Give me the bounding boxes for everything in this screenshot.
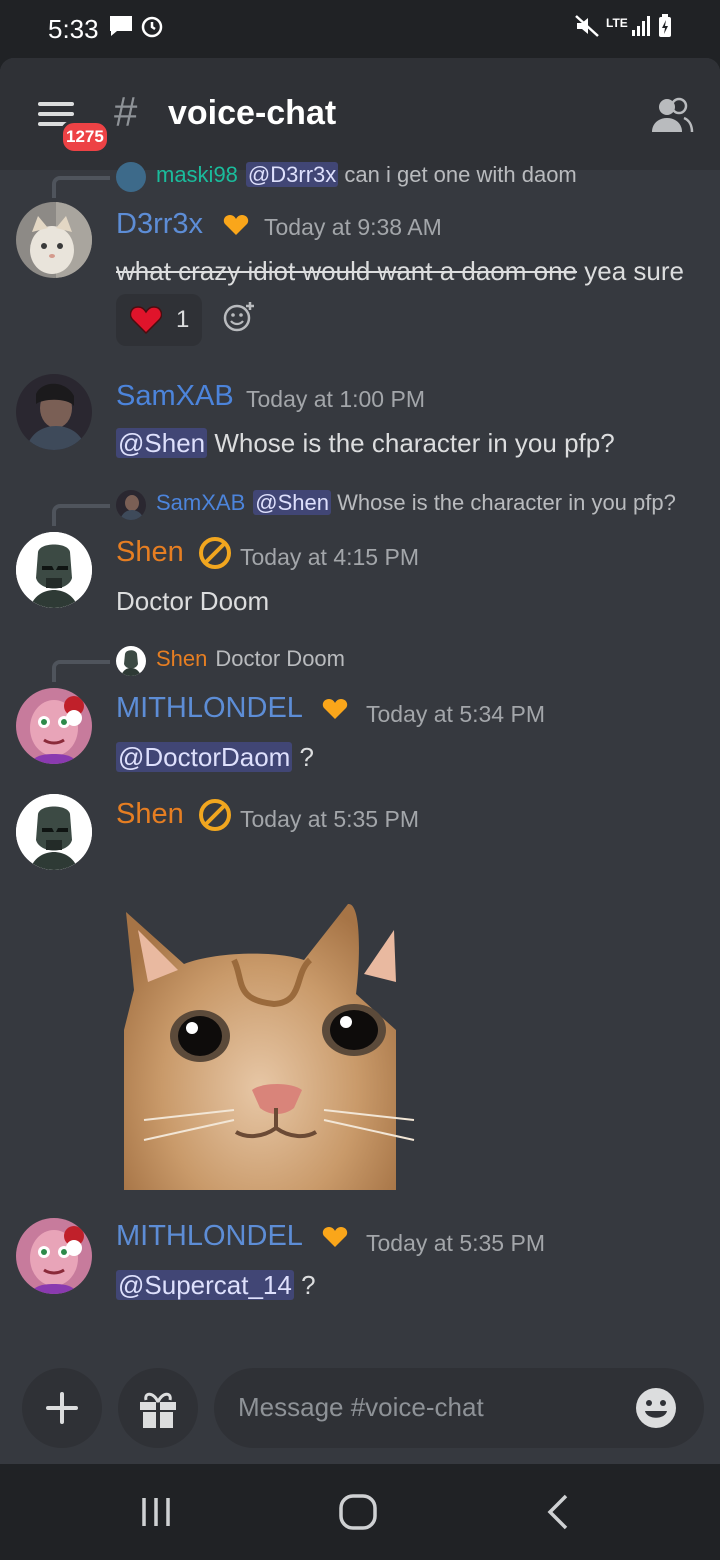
author-name: Shen [116, 536, 184, 568]
avatar[interactable] [16, 688, 92, 764]
channel-title[interactable]: voice-chat [168, 94, 336, 133]
add-reaction-icon[interactable] [222, 300, 256, 334]
chat-notification-icon [108, 14, 134, 44]
avatar[interactable] [16, 794, 92, 870]
status-time: 5:33 [48, 14, 99, 44]
nitro-heart-icon [322, 1227, 348, 1248]
reply-avatar [116, 490, 146, 520]
avatar[interactable] [16, 532, 92, 608]
plus-icon [46, 1392, 78, 1424]
server-booster-icon [198, 537, 231, 570]
home-icon[interactable] [338, 1494, 378, 1535]
reply-username: Shen [156, 646, 208, 671]
heart-emoji-icon [130, 306, 162, 334]
avatar[interactable] [16, 202, 92, 278]
user-mention[interactable]: @Supercat_14 [116, 1270, 294, 1300]
reply-mention: @D3rr3x [245, 162, 339, 187]
reply-mention: @Shen [253, 490, 331, 515]
add-attachment-button[interactable] [22, 1368, 102, 1448]
message-timestamp: Today at 5:35 PM [240, 806, 419, 832]
author-name: MITHLONDEL [116, 692, 302, 724]
message-author[interactable]: Shen [116, 536, 232, 570]
channel-hash-icon: # [114, 88, 138, 135]
reply-text: Doctor Doom [215, 646, 345, 671]
message-composer: Message #voice-chat [0, 1364, 720, 1464]
reply-text: can i get one with daom [344, 162, 577, 187]
status-bar: 5:33 LTE [0, 0, 720, 58]
user-mention[interactable]: @Shen [116, 428, 208, 458]
message-author[interactable]: Shen [116, 798, 232, 832]
discord-app: 1275 # voice-chat maski98 @D3rr3x can i g… [0, 58, 720, 1464]
system-nav-bar [0, 1464, 720, 1560]
message-content: @DoctorDaom ? [116, 742, 314, 773]
server-booster-icon [198, 799, 231, 832]
author-name: SamXAB [116, 380, 234, 412]
recents-icon[interactable] [138, 1494, 174, 1535]
smiley-icon[interactable] [634, 1386, 678, 1430]
reaction-count: 1 [176, 306, 190, 333]
reply-connector [52, 660, 110, 682]
message-list: maski98 @D3rr3x can i get one with daom D… [0, 162, 720, 1364]
message-text: ? [292, 742, 315, 772]
reply-avatar [116, 646, 146, 676]
message-input[interactable]: Message #voice-chat [214, 1368, 704, 1448]
battery-icon [658, 14, 672, 44]
nitro-heart-icon [223, 215, 249, 236]
message-text: Whose is the character in you pfp? [207, 428, 615, 458]
message-text: ? [293, 1270, 316, 1300]
reaction-heart[interactable]: 1 [116, 294, 202, 346]
reply-username: SamXAB [156, 490, 246, 515]
message-content: what crazy idiot would want a daom one y… [116, 256, 684, 287]
author-name: D3rr3x [116, 208, 204, 240]
message-text: yea sure [577, 256, 684, 286]
message-content: @Supercat_14 ? [116, 1270, 316, 1301]
message-author[interactable]: MITHLONDEL [116, 692, 348, 725]
signal-icon [632, 14, 652, 42]
message-timestamp: Today at 1:00 PM [246, 386, 425, 412]
reply-text: Whose is the character in you pfp? [337, 490, 676, 515]
back-icon[interactable] [544, 1494, 574, 1535]
reply-preview[interactable]: Shen Doctor Doom [156, 646, 345, 672]
avatar[interactable] [16, 1218, 92, 1294]
message-timestamp: Today at 5:35 PM [366, 1230, 545, 1256]
reply-connector [52, 504, 110, 526]
message-content: @Shen Whose is the character in you pfp? [116, 428, 615, 459]
message-author[interactable]: D3rr3x [116, 208, 249, 241]
reply-username: maski98 [156, 162, 238, 187]
author-name: Shen [116, 798, 184, 830]
members-icon[interactable] [650, 96, 694, 134]
image-attachment[interactable] [124, 890, 428, 1240]
reply-preview[interactable]: maski98 @D3rr3x can i get one with daom [156, 162, 577, 188]
reply-preview[interactable]: SamXAB @Shen Whose is the character in yo… [156, 490, 676, 516]
mute-icon [574, 14, 600, 44]
alarm-icon [140, 14, 164, 44]
message-timestamp: Today at 5:34 PM [366, 701, 545, 727]
message-input-placeholder: Message #voice-chat [238, 1392, 484, 1422]
author-name: MITHLONDEL [116, 1220, 302, 1252]
network-type: LTE [606, 16, 628, 30]
message-timestamp: Today at 9:38 AM [264, 214, 442, 240]
message-content: Doctor Doom [116, 586, 269, 617]
reply-avatar [116, 162, 146, 192]
user-mention[interactable]: @DoctorDaom [116, 742, 293, 772]
strikethrough-text: what crazy idiot would want a daom one [116, 256, 578, 286]
reply-connector [52, 176, 110, 198]
channel-header: 1275 # voice-chat [0, 58, 720, 170]
message-author[interactable]: MITHLONDEL [116, 1220, 348, 1253]
mention-count-badge: 1275 [60, 120, 110, 154]
gift-button[interactable] [118, 1368, 198, 1448]
message-author[interactable]: SamXAB [116, 380, 234, 413]
message-text: Doctor Doom [116, 586, 270, 616]
message-timestamp: Today at 4:15 PM [240, 544, 419, 570]
gift-icon [140, 1392, 176, 1428]
nitro-heart-icon [322, 699, 348, 720]
avatar[interactable] [16, 374, 92, 450]
